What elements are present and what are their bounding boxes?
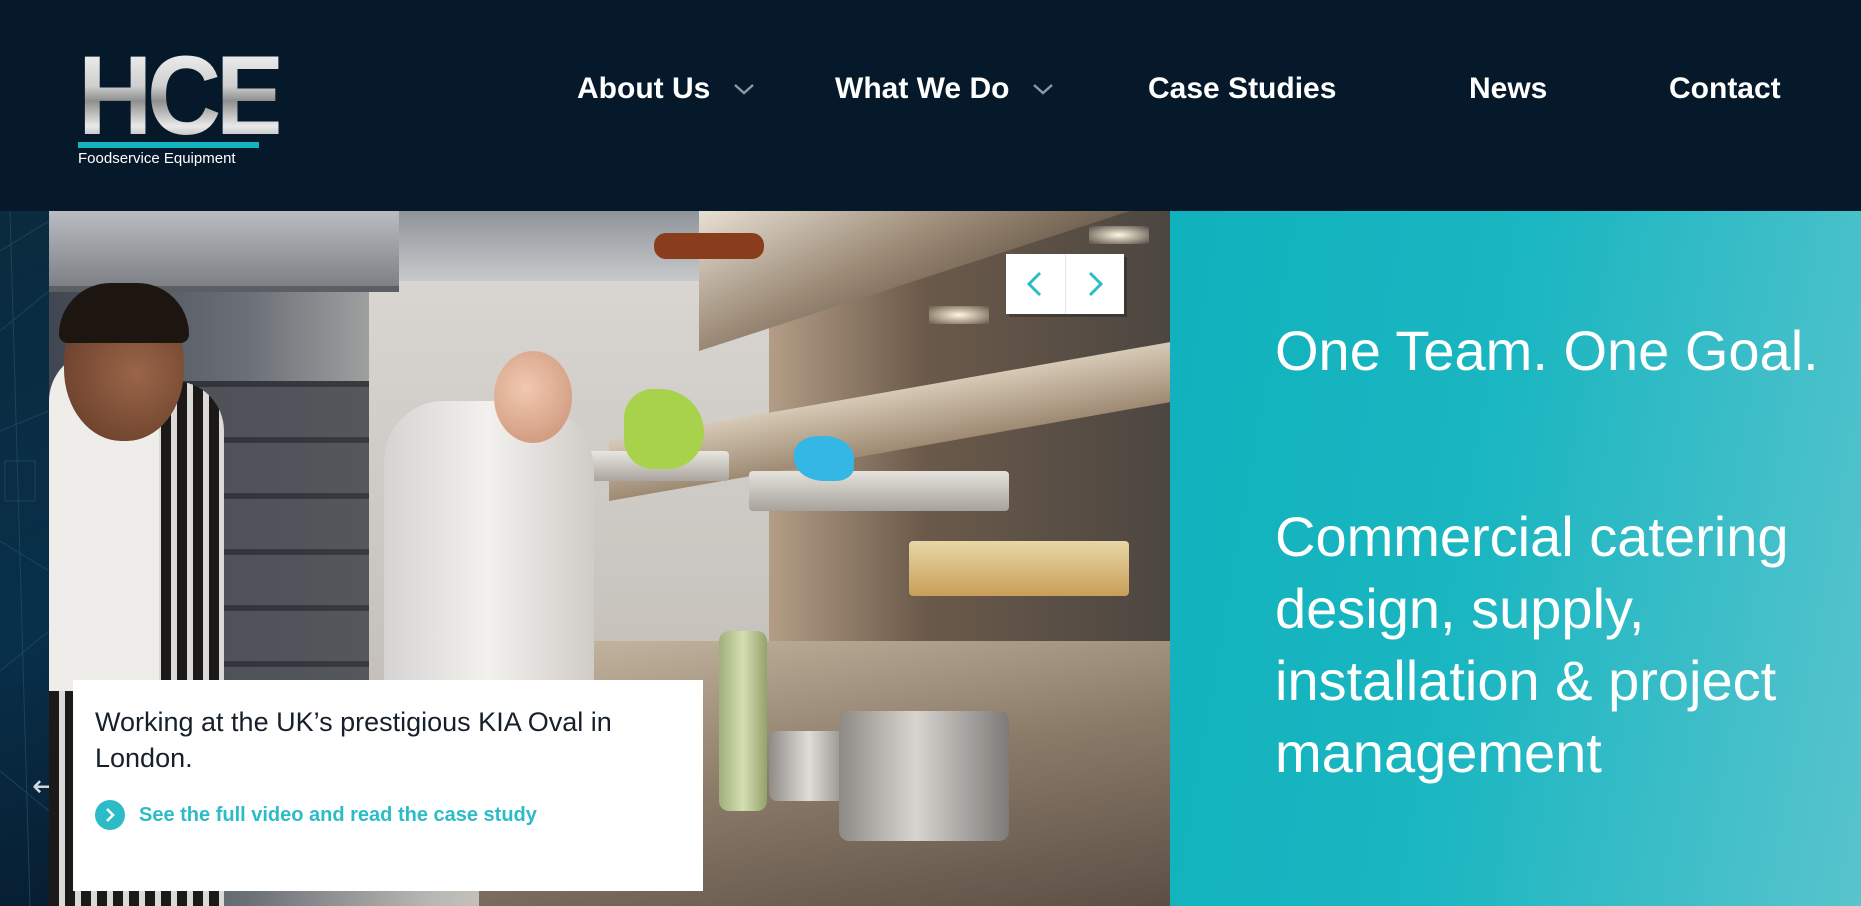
nav-label-contact: Contact bbox=[1669, 72, 1781, 105]
slider-next-button[interactable] bbox=[1064, 254, 1125, 314]
logo-subtitle: Foodservice Equipment bbox=[78, 150, 236, 167]
hero-description: Commercial catering design, supply, inst… bbox=[1275, 505, 1789, 784]
chevron-left-icon bbox=[1027, 271, 1042, 297]
site-header: HCE Foodservice Equipment About Us What … bbox=[0, 0, 1861, 211]
hero-text-panel: One Team. One Goal. Commercial catering … bbox=[1170, 211, 1861, 906]
chevron-right-icon bbox=[1088, 271, 1103, 297]
logo-wordmark: HCE bbox=[78, 33, 285, 158]
nav-item-news[interactable]: News bbox=[1469, 72, 1547, 106]
nav-label-about-us: About Us bbox=[577, 72, 711, 105]
hce-logo[interactable]: HCE Foodservice Equipment bbox=[78, 40, 285, 168]
nav-label-news: News bbox=[1469, 72, 1548, 105]
chevron-down-icon bbox=[1033, 84, 1054, 95]
case-study-link-label: See the full video and read the case stu… bbox=[139, 803, 537, 826]
slider-prev-button[interactable] bbox=[1006, 254, 1065, 314]
slider-controls bbox=[1006, 254, 1124, 314]
logo-underline bbox=[78, 142, 259, 148]
hero-tagline: One Team. One Goal. bbox=[1275, 319, 1819, 382]
nav-label-case-studies: Case Studies bbox=[1148, 72, 1337, 105]
case-study-link[interactable]: See the full video and read the case stu… bbox=[95, 800, 537, 830]
case-study-caption-card: Working at the UK’s prestigious KIA Oval… bbox=[73, 680, 703, 891]
nav-item-case-studies[interactable]: Case Studies bbox=[1148, 72, 1336, 106]
nav-item-contact[interactable]: Contact bbox=[1669, 72, 1781, 106]
chevron-down-icon bbox=[734, 84, 755, 95]
nav-item-what-we-do[interactable]: What We Do bbox=[835, 72, 1055, 106]
nav-label-what-we-do: What We Do bbox=[835, 72, 1010, 105]
chevron-right-circle-icon bbox=[95, 800, 125, 830]
caption-text: Working at the UK’s prestigious KIA Oval… bbox=[95, 707, 612, 773]
nav-item-about-us[interactable]: About Us bbox=[577, 72, 756, 106]
